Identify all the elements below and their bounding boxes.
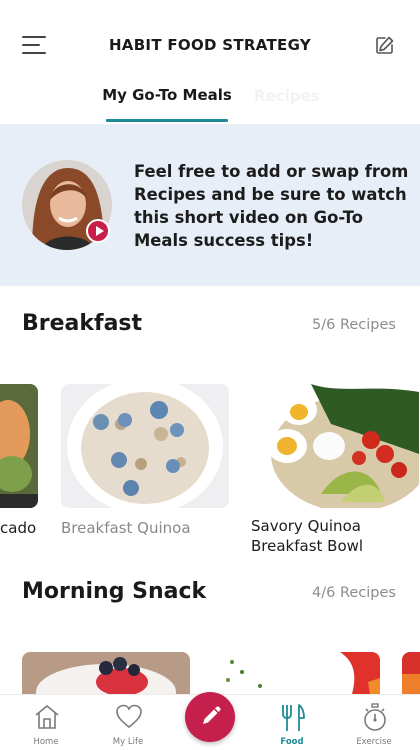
recipe-card-image[interactable] (402, 652, 420, 694)
tab-home[interactable]: Home (4, 695, 88, 750)
log-entry-button[interactable] (185, 692, 235, 742)
section-title-breakfast: Breakfast (22, 311, 143, 336)
section-title-morning-snack: Morning Snack (22, 579, 207, 604)
stopwatch-icon (364, 703, 386, 731)
tab-active-indicator (106, 119, 228, 122)
app-header: HABIT FOOD STRATEGY My Go-To Meals Recip… (0, 0, 420, 124)
tab-recipes[interactable]: Recipes (254, 87, 320, 105)
tab-my-life-label: My Life (112, 737, 144, 747)
tab-home-label: Home (33, 737, 59, 747)
edit-icon[interactable] (374, 34, 396, 56)
tab-exercise-label: Exercise (356, 737, 392, 747)
fork-knife-icon (282, 704, 305, 731)
recipe-card-image[interactable] (22, 652, 190, 694)
banner-message: Feel free to add or swap from Recipes an… (134, 162, 409, 250)
recipe-card-caption: Savory Quinoa Breakfast Bowl (251, 517, 364, 555)
recipe-card-caption: Breakfast Quinoa (61, 519, 191, 537)
tab-my-go-to-meals[interactable]: My Go-To Meals (100, 86, 234, 104)
section-count-breakfast: 5/6 Recipes (312, 317, 396, 333)
page-title: HABIT FOOD STRATEGY (108, 36, 312, 54)
tab-food[interactable]: Food (250, 695, 334, 750)
tips-banner: Feel free to add or swap from Recipes an… (0, 124, 420, 286)
recipe-card-image[interactable] (61, 384, 229, 508)
home-icon (35, 705, 59, 729)
tab-exercise[interactable]: Exercise (332, 695, 416, 750)
recipe-card-image[interactable] (212, 652, 380, 694)
tab-my-life[interactable]: My Life (86, 695, 170, 750)
recipe-card-caption: cado (0, 519, 37, 537)
section-count-morning-snack: 4/6 Recipes (312, 585, 396, 601)
tab-food-label: Food (280, 737, 304, 747)
pencil-icon (203, 706, 221, 724)
recipe-card-image[interactable] (0, 384, 38, 508)
heart-icon (116, 704, 142, 729)
recipe-card-image[interactable] (251, 384, 419, 508)
play-video-button[interactable] (86, 219, 110, 243)
